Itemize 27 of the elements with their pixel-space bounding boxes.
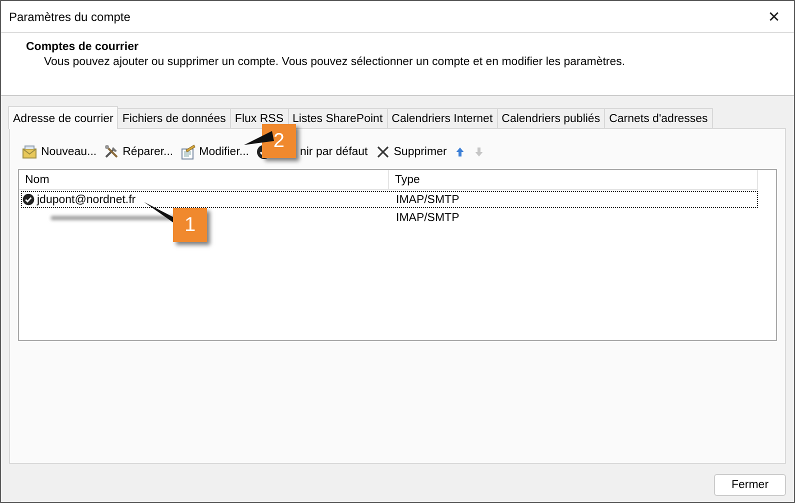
toolbar-button[interactable]: Modifier... (178, 142, 251, 162)
tab[interactable]: Adresse de courrier (8, 106, 118, 129)
section-title: Comptes de courrier (26, 41, 138, 53)
toolbar-button[interactable]: Nouveau... (20, 142, 99, 162)
document-pencil-icon (180, 144, 196, 160)
window-title: Paramètres du compte (9, 10, 130, 24)
account-type: IMAP/SMTP (395, 194, 460, 206)
tools-icon (104, 144, 120, 160)
callout-marker: 1 (173, 208, 207, 242)
callout-pointer (244, 131, 274, 145)
account-type: IMAP/SMTP (395, 212, 460, 224)
toolbar-button[interactable]: Supprimer (372, 142, 449, 162)
account-name: jdupont@nordnet.fr (37, 194, 136, 206)
up-arrow-icon (454, 146, 466, 158)
envelope-icon (22, 144, 38, 160)
focus-outline[interactable]: jdupont@nordnet.fr IMAP/SMTP (21, 191, 758, 208)
column-header[interactable]: Nom (19, 170, 389, 189)
down-arrow-icon (472, 146, 485, 158)
section-description: Vous pouvez ajouter ou supprimer un compte. Vous pouvez sélectionner un compte et en modifier les paramètres. (44, 56, 626, 68)
close-icon (374, 144, 391, 160)
close-button[interactable]: ✕ (754, 1, 794, 32)
toolbar-button[interactable]: Réparer... (102, 142, 176, 162)
column-header[interactable]: Type (389, 170, 758, 189)
toolbar-button[interactable]: nir par défaut (298, 144, 370, 160)
callout-marker: 2 (262, 124, 296, 158)
tab[interactable]: Carnets d'adresses (604, 108, 713, 128)
close-dialog-button[interactable]: Fermer (714, 474, 786, 496)
